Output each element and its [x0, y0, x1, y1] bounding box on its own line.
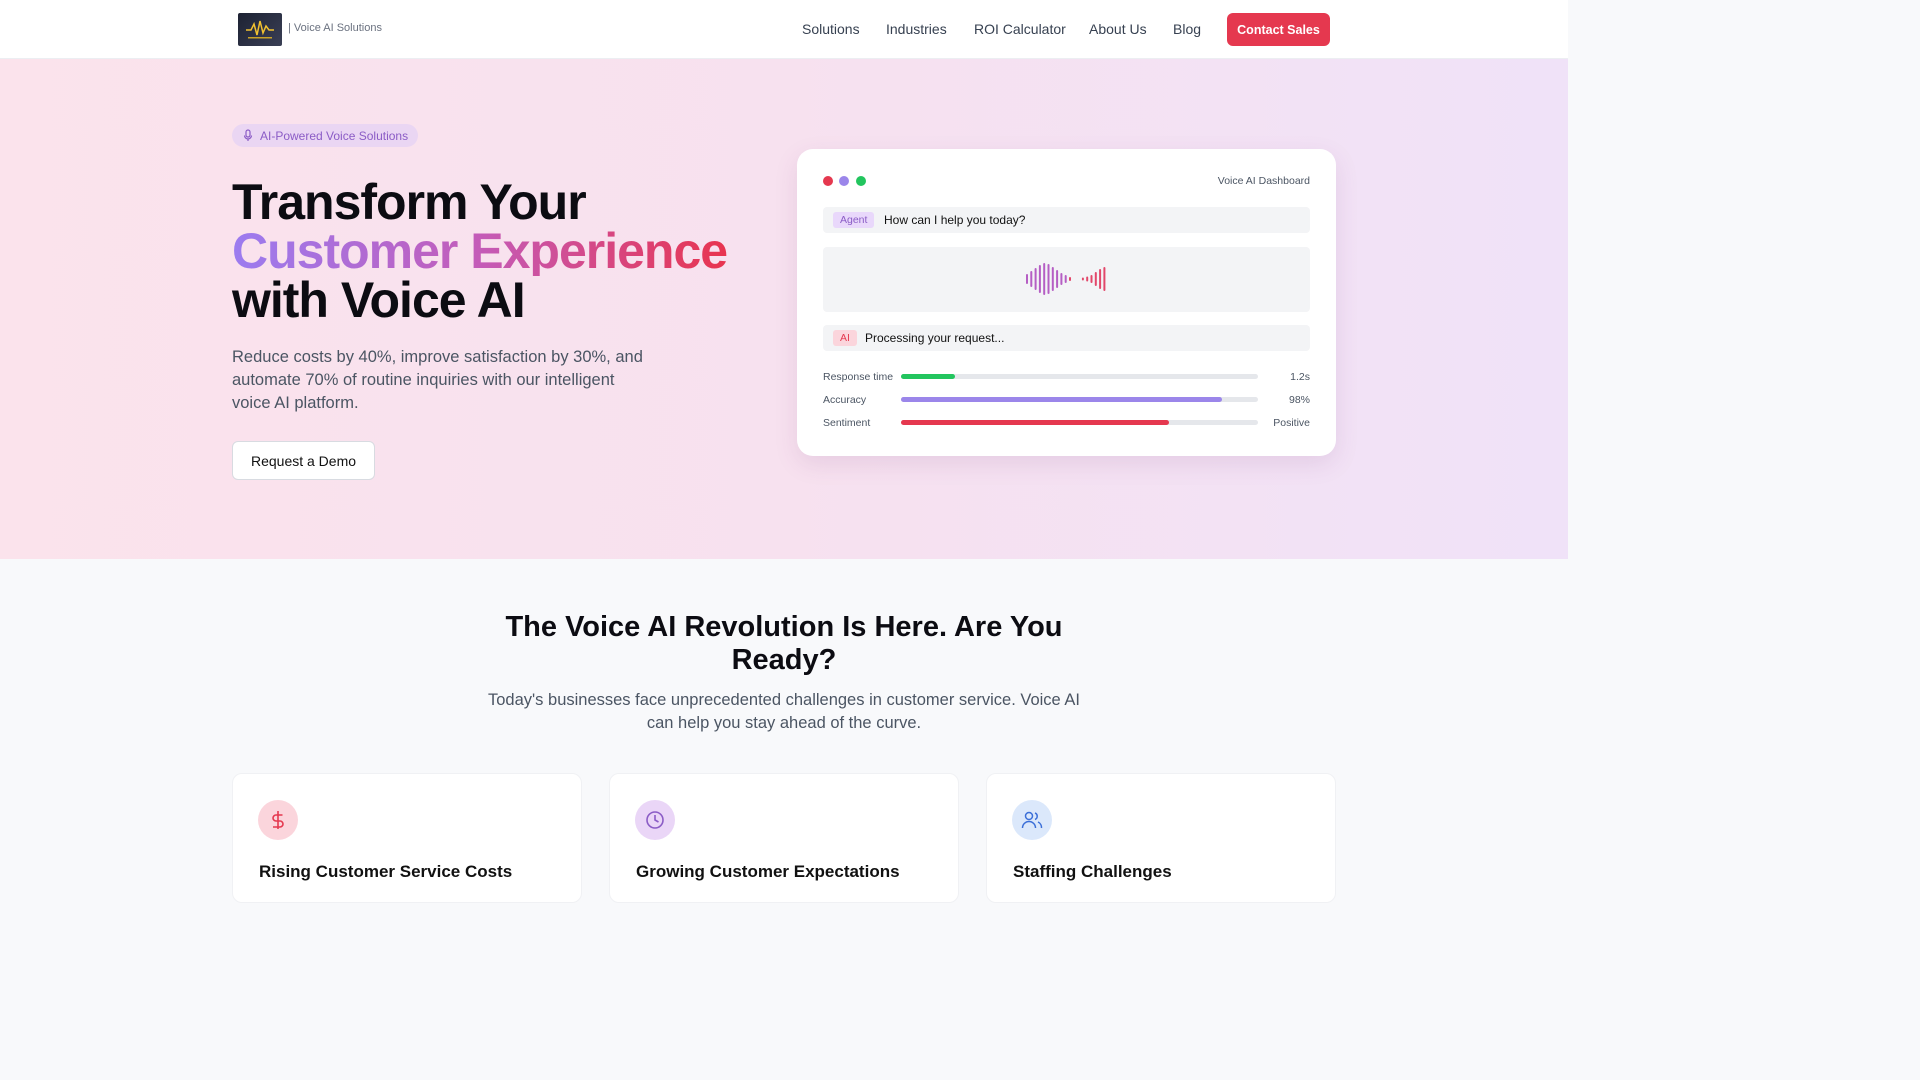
waveform-bar — [1060, 273, 1063, 285]
metric-label-response-time: Response time — [823, 371, 894, 383]
ai-message-text: Processing your request... — [865, 331, 1005, 345]
dollar-icon — [258, 800, 298, 840]
agent-message: Agent How can I help you today? — [823, 207, 1310, 233]
nav-roi-calculator[interactable]: ROI Calculator — [974, 21, 1066, 37]
hero-title-line3: with Voice AI — [232, 272, 526, 328]
metric-fill-sentiment — [901, 420, 1169, 425]
hero-badge-label: AI-Powered Voice Solutions — [260, 128, 409, 143]
waveform-bar — [1099, 269, 1102, 289]
request-demo-button[interactable]: Request a Demo — [232, 441, 375, 480]
hero-title: Transform Your Customer Experience with … — [232, 174, 728, 328]
waveform-bar — [1090, 275, 1093, 283]
window-dot-green — [856, 176, 866, 186]
hero-title-line1: Transform Your — [232, 174, 587, 230]
ai-message: AI Processing your request... — [823, 325, 1310, 351]
feature-title-expectations: Growing Customer Expectations — [636, 862, 900, 881]
metric-label-accuracy: Accuracy — [823, 394, 867, 406]
nav-solutions[interactable]: Solutions — [802, 21, 860, 37]
agent-tag: Agent — [833, 212, 875, 228]
brand-name: | Voice AI Solutions — [288, 22, 382, 34]
contact-sales-button[interactable]: Contact Sales — [1227, 13, 1330, 46]
waveform-icon — [1026, 263, 1106, 295]
waveform-bar — [1081, 277, 1084, 281]
waveform-bar — [1030, 271, 1033, 287]
feature-title-costs: Rising Customer Service Costs — [259, 862, 513, 881]
metric-label-sentiment: Sentiment — [823, 417, 871, 429]
hero-badge: AI-Powered Voice Solutions — [232, 124, 419, 147]
feature-card-staffing: Staffing Challenges — [986, 773, 1336, 903]
metric-fill-accuracy — [901, 397, 1223, 402]
agent-message-text: How can I help you today? — [884, 213, 1026, 227]
waveform-bar — [1069, 277, 1071, 281]
metric-value-response-time: 1.2s — [1290, 371, 1310, 383]
waveform-bar — [1043, 263, 1046, 295]
nav-industries[interactable]: Industries — [886, 21, 947, 37]
microphone-icon — [243, 129, 253, 141]
voice-waveform — [823, 247, 1310, 312]
window-dot-red — [823, 176, 833, 186]
voice-ai-dashboard: Voice AI Dashboard Agent How can I help … — [797, 149, 1336, 456]
nav-about-us[interactable]: About Us — [1089, 21, 1147, 37]
waveform-bar — [1064, 275, 1067, 283]
waveform-bar — [1094, 272, 1097, 286]
metric-fill-response-time — [901, 374, 955, 379]
hero-description: Reduce costs by 40%, improve satisfactio… — [232, 348, 643, 412]
metric-value-accuracy: 98% — [1288, 394, 1310, 406]
hero-title-line2: Customer Experience — [232, 223, 728, 279]
nav-blog[interactable]: Blog — [1173, 21, 1201, 37]
users-icon — [1012, 800, 1052, 840]
section-title: The Voice AI Revolution Is Here. Are You… — [505, 611, 1063, 676]
waveform-bar — [1086, 276, 1089, 282]
waveform-bar — [1038, 265, 1041, 293]
metric-bar-accuracy — [901, 397, 1258, 402]
metric-bar-response-time — [901, 374, 1258, 379]
waveform-bar — [1103, 267, 1106, 291]
section-subtitle: Today's businesses face unprecedented ch… — [488, 691, 1080, 732]
clock-icon — [635, 800, 675, 840]
metric-bar-sentiment — [901, 420, 1258, 425]
feature-card-expectations: Growing Customer Expectations — [609, 773, 959, 903]
window-dot-purple — [839, 176, 849, 186]
feature-card-costs: Rising Customer Service Costs — [232, 773, 582, 903]
waveform-bar — [1026, 274, 1028, 284]
metric-value-sentiment: Positive — [1273, 417, 1310, 429]
waveform-bar — [1034, 268, 1037, 290]
dashboard-title: Voice AI Dashboard — [1217, 175, 1310, 187]
waveform-bar — [1047, 264, 1050, 294]
feature-title-staffing: Staffing Challenges — [1013, 862, 1172, 881]
waveform-bar — [1056, 270, 1059, 288]
ai-tag: AI — [833, 330, 857, 346]
waveform-bar — [1051, 267, 1054, 291]
top-nav: | Voice AI Solutions Solutions Industrie… — [0, 0, 1568, 59]
brand-logo[interactable] — [238, 13, 282, 46]
